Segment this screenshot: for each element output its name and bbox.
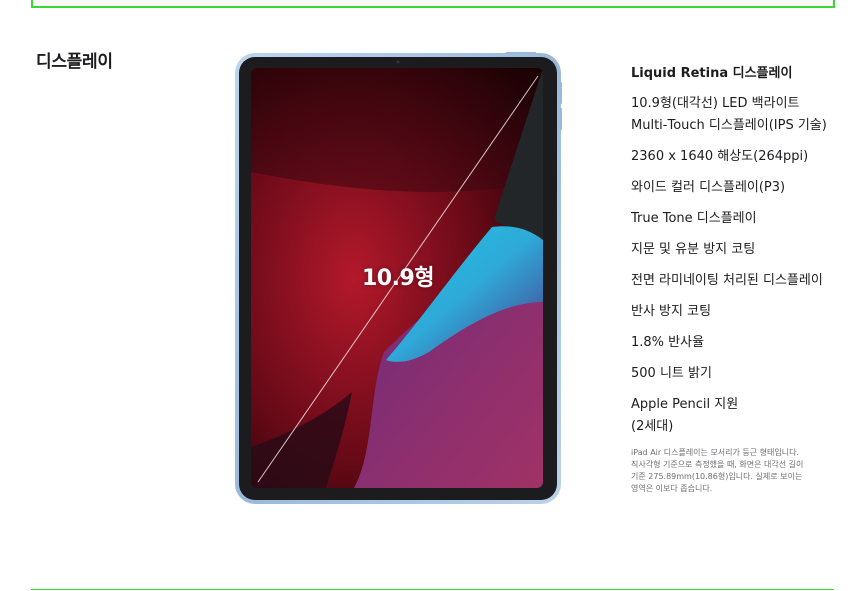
footnote-line: 영역은 이보다 좁습니다.	[631, 484, 713, 493]
spec-line: Apple Pencil 지원	[631, 397, 739, 412]
spec-item-reflectivity: 1.8% 반사율	[631, 332, 846, 354]
display-spec-section: 디스플레이 10.9형 Liquid Retina 디스플레이 10.9형(대각…	[0, 0, 860, 591]
spec-line: 지문 및 유분 방지 코팅	[631, 242, 756, 257]
spec-line: 10.9형(대각선) LED 백라이트	[631, 96, 800, 111]
spec-line: Multi‑Touch 디스플레이(IPS 기술)	[631, 118, 827, 133]
spec-line: (2세대)	[631, 419, 674, 434]
spec-item-brightness: 500 니트 밝기	[631, 363, 846, 385]
spec-line: True Tone 디스플레이	[631, 211, 757, 226]
spec-line: 전면 라미네이팅 처리된 디스플레이	[631, 273, 823, 288]
ipad-illustration: 10.9형	[234, 52, 562, 505]
footnote-line: 직사각형 기준으로 측정했을 때, 화면은 대각선 길이	[631, 460, 804, 469]
spec-line: 2360 x 1640 해상도(264ppi)	[631, 149, 809, 164]
spec-heading: Liquid Retina 디스플레이	[631, 66, 793, 81]
spec-line: 500 니트 밝기	[631, 366, 712, 381]
spec-item-resolution: 2360 x 1640 해상도(264ppi)	[631, 146, 846, 168]
spec-list: Liquid Retina 디스플레이 10.9형(대각선) LED 백라이트 …	[631, 64, 846, 495]
bottom-divider	[31, 589, 834, 590]
top-highlight-band	[31, 0, 835, 8]
footnote-line: 기준 275.89mm(10.86형)입니다. 실제로 보이는	[631, 472, 803, 481]
spec-line: 와이드 컬러 디스플레이(P3)	[631, 180, 786, 195]
footnote-line: iPad Air 디스플레이는 모서리가 둥근 형태입니다.	[631, 448, 800, 457]
spec-item-antireflective: 반사 방지 코팅	[631, 301, 846, 323]
section-title: 디스플레이	[36, 52, 113, 72]
spec-line: 반사 방지 코팅	[631, 304, 712, 319]
spec-item-panel: 10.9형(대각선) LED 백라이트 Multi‑Touch 디스플레이(IP…	[631, 93, 846, 137]
spec-line: 1.8% 반사율	[631, 335, 705, 350]
screen-size-label: 10.9형	[362, 266, 435, 291]
spec-item-true-tone: True Tone 디스플레이	[631, 208, 846, 230]
spec-item-oleophobic: 지문 및 유분 방지 코팅	[631, 239, 846, 261]
spec-item-laminated: 전면 라미네이팅 처리된 디스플레이	[631, 270, 846, 292]
spec-item-wide-color: 와이드 컬러 디스플레이(P3)	[631, 177, 846, 199]
spec-footnote: iPad Air 디스플레이는 모서리가 둥근 형태입니다. 직사각형 기준으로…	[631, 447, 831, 495]
spec-item-pencil: Apple Pencil 지원 (2세대)	[631, 394, 846, 438]
